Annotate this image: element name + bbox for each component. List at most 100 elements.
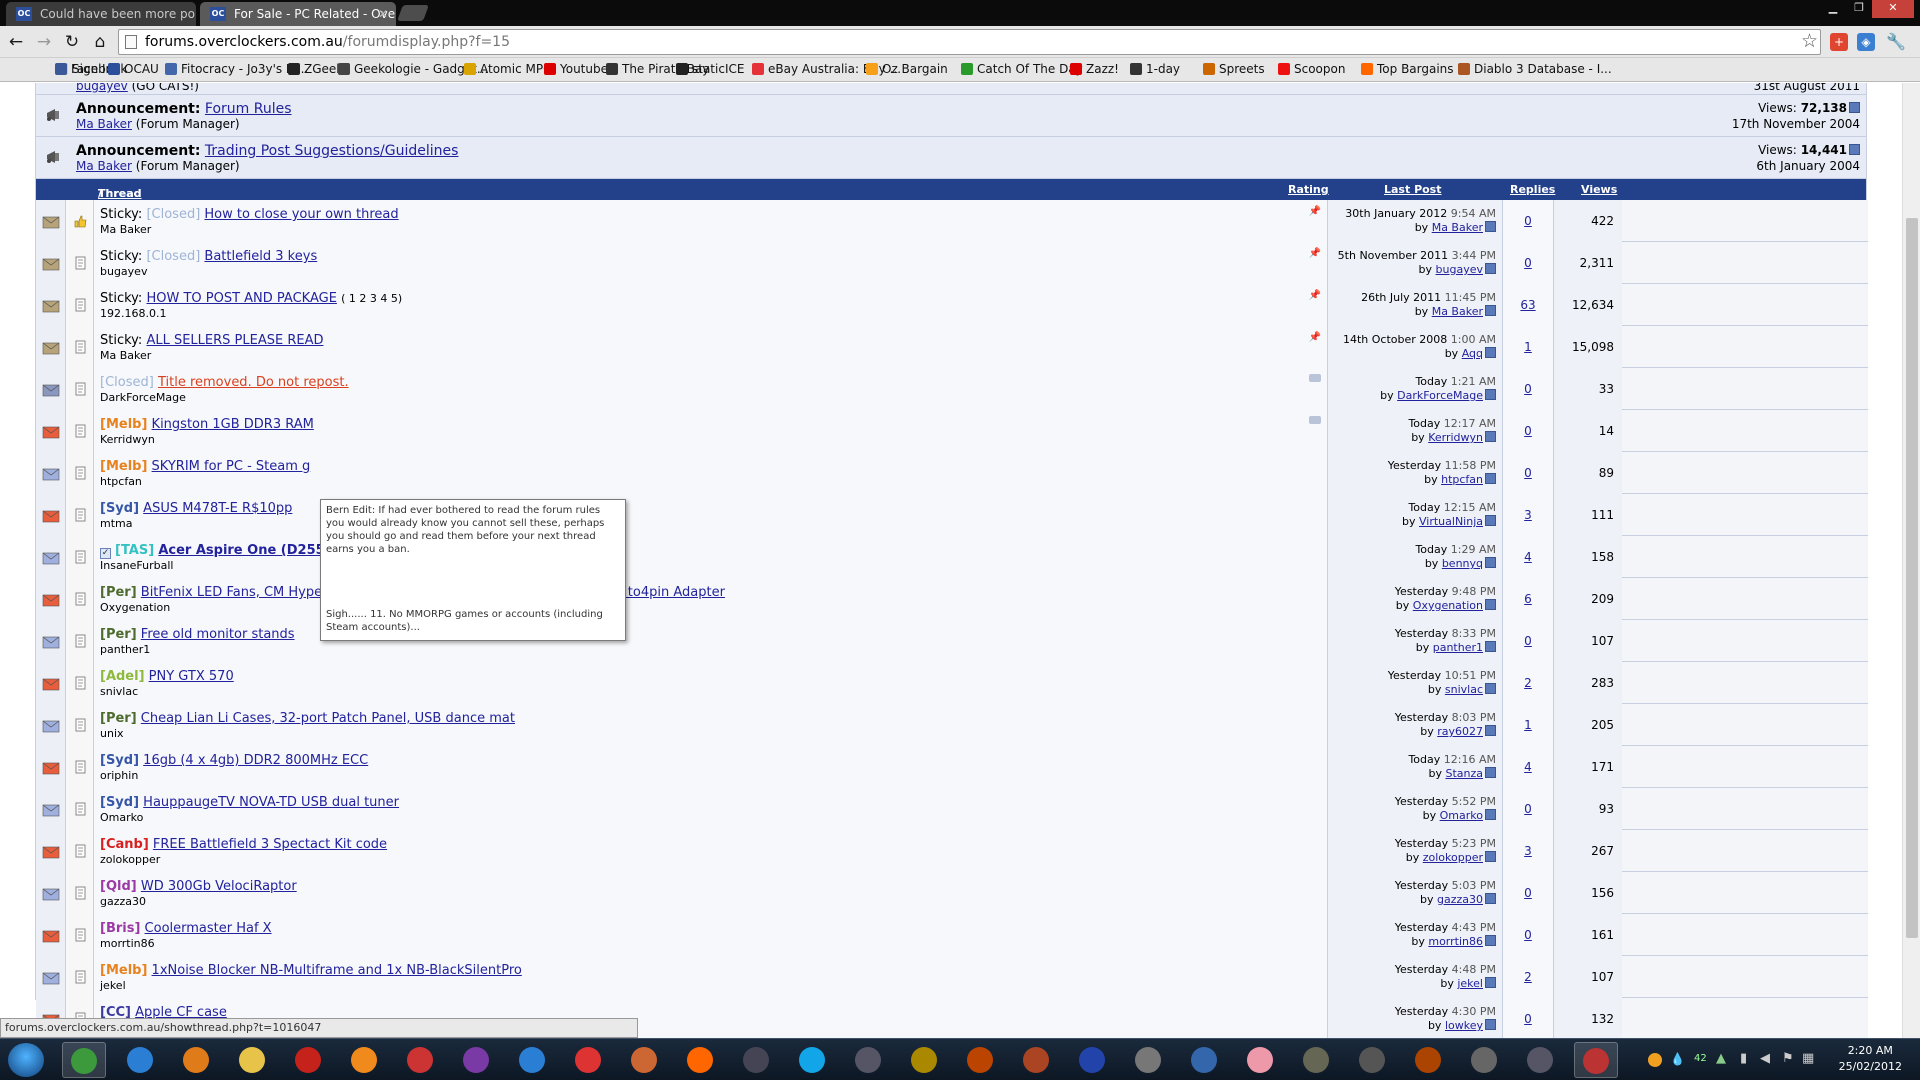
goto-last-post-icon[interactable]: [1485, 347, 1496, 358]
tray-wifi-icon[interactable]: ▲: [1716, 1051, 1726, 1066]
last-poster-link[interactable]: panther1: [1433, 641, 1483, 654]
goto-last-post-icon[interactable]: [1485, 515, 1496, 526]
tray-drop-icon[interactable]: 💧: [1670, 1052, 1685, 1066]
start-button-icon[interactable]: [8, 1043, 44, 1077]
taskbar-game-art-icon[interactable]: [1294, 1042, 1338, 1078]
replies-count-link[interactable]: 0: [1503, 634, 1553, 648]
last-poster-link[interactable]: jekel: [1457, 977, 1483, 990]
goto-last-post-icon[interactable]: [1485, 305, 1496, 316]
thread-title-link[interactable]: How to close your own thread: [204, 207, 398, 222]
thread-starter[interactable]: jekel: [100, 979, 126, 992]
taskbar-flashget-icon[interactable]: [566, 1042, 610, 1078]
goto-last-post-icon[interactable]: [1485, 389, 1496, 400]
announcement-poster-link[interactable]: Ma Baker: [76, 159, 132, 173]
thread-title-link[interactable]: Battlefield 3 keys: [204, 249, 317, 264]
thread-starter[interactable]: 192.168.0.1: [100, 307, 166, 320]
taskbar-cpuz-icon[interactable]: [454, 1042, 498, 1078]
vertical-scrollbar[interactable]: [1902, 83, 1920, 1038]
bookmark-fitocracy[interactable]: Fitocracy - Jo3y's Pr...: [165, 62, 308, 76]
goto-last-post-icon[interactable]: [1485, 599, 1496, 610]
bookmark-catch-of-the-day[interactable]: Catch Of The Day: [961, 62, 1083, 76]
announcement-poster-link[interactable]: Ma Baker: [76, 117, 132, 131]
clock[interactable]: 2:20 AM 25/02/2012: [1839, 1043, 1902, 1075]
tray-network-icon[interactable]: ▦: [1802, 1051, 1814, 1066]
goto-last-post-icon[interactable]: [1849, 102, 1860, 113]
taskbar-starcraft-icon[interactable]: [846, 1042, 890, 1078]
tray-volume-icon[interactable]: ◀: [1760, 1051, 1770, 1066]
last-poster-link[interactable]: Aqq: [1462, 347, 1483, 360]
minimize-icon[interactable]: ▁: [1820, 0, 1846, 18]
last-poster-link[interactable]: lowkey: [1445, 1019, 1483, 1032]
taskbar-diablo-icon[interactable]: [1406, 1042, 1450, 1078]
thread-title-link[interactable]: HOW TO POST AND PACKAGE: [146, 291, 336, 306]
last-poster-link[interactable]: VirtualNinja: [1419, 515, 1483, 528]
replies-count-link[interactable]: 0: [1503, 424, 1553, 438]
taskbar-monitor-icon[interactable]: [1518, 1042, 1562, 1078]
thread-title-link[interactable]: Title removed. Do not repost.: [158, 375, 349, 390]
thread-title-link[interactable]: WD 300Gb VelociRaptor: [141, 879, 297, 894]
taskbar-acrobat-icon[interactable]: [286, 1042, 330, 1078]
last-poster-link[interactable]: DarkForceMage: [1397, 389, 1483, 402]
thread-starter[interactable]: panther1: [100, 643, 150, 656]
thread-starter[interactable]: Ma Baker: [100, 349, 151, 362]
taskbar-vlc-icon[interactable]: [678, 1042, 722, 1078]
taskbar-steam-icon[interactable]: [734, 1042, 778, 1078]
replies-count-link[interactable]: 3: [1503, 508, 1553, 522]
bookmark-zgeek[interactable]: ZGeek: [288, 62, 343, 76]
home-icon[interactable]: ⌂: [88, 31, 112, 53]
announcement-title-link[interactable]: Forum Rules: [205, 101, 292, 117]
thread-title-link[interactable]: 1xNoise Blocker NB-Multiframe and 1x NB-…: [152, 963, 522, 978]
bookmark-star-icon[interactable]: ☆: [1801, 30, 1818, 52]
replies-count-link[interactable]: 0: [1503, 886, 1553, 900]
thread-title-link[interactable]: PNY GTX 570: [149, 669, 234, 684]
reload-icon[interactable]: ↻: [60, 31, 84, 53]
thread-starter[interactable]: oriphin: [100, 769, 138, 782]
tray-app-icon[interactable]: [1648, 1053, 1662, 1067]
thread-title-link[interactable]: Cheap Lian Li Cases, 32-port Patch Panel…: [141, 711, 515, 726]
bookmark-youtube[interactable]: Youtube: [544, 62, 608, 76]
taskbar-league-icon[interactable]: [1014, 1042, 1058, 1078]
thread-starter[interactable]: Omarko: [100, 811, 143, 824]
replies-count-link[interactable]: 2: [1503, 676, 1553, 690]
thread-title-link[interactable]: ALL SELLERS PLEASE READ: [146, 333, 323, 348]
taskbar-chrome-icon[interactable]: [62, 1042, 106, 1078]
last-poster-link[interactable]: Ma Baker: [1432, 221, 1483, 234]
last-poster-link[interactable]: bennyq: [1442, 557, 1483, 570]
bookmark-atomic-mpc[interactable]: Atomic MPC: [464, 62, 551, 76]
thread-starter[interactable]: gazza30: [100, 895, 146, 908]
extension-icon[interactable]: ◈: [1857, 33, 1875, 51]
taskbar-skype-icon[interactable]: [790, 1042, 834, 1078]
bookmark-ocau[interactable]: OCAU: [108, 62, 159, 76]
thread-title-link[interactable]: FREE Battlefield 3 Spectact Kit code: [153, 837, 387, 852]
taskbar-game-star-icon[interactable]: [1182, 1042, 1226, 1078]
bookmark-spreets[interactable]: Spreets: [1203, 62, 1265, 76]
new-tab-button[interactable]: [397, 5, 429, 21]
sort-rating-link[interactable]: Rating: [1288, 183, 1329, 196]
addon-plus-icon[interactable]: +: [1830, 33, 1848, 51]
replies-count-link[interactable]: 4: [1503, 760, 1553, 774]
goto-last-post-icon[interactable]: [1485, 473, 1496, 484]
goto-last-post-icon[interactable]: [1485, 683, 1496, 694]
thread-starter[interactable]: InsaneFurball: [100, 559, 173, 572]
sort-views-link[interactable]: Views: [1581, 183, 1617, 196]
thread-title-link[interactable]: Free old monitor stands: [141, 627, 295, 642]
replies-count-link[interactable]: 2: [1503, 970, 1553, 984]
partial-user-link[interactable]: bugayev: [76, 83, 128, 93]
replies-count-link[interactable]: 0: [1503, 1012, 1553, 1026]
taskbar-firefox-icon[interactable]: [342, 1042, 386, 1078]
replies-count-link[interactable]: 0: [1503, 466, 1553, 480]
last-poster-link[interactable]: ray6027: [1437, 725, 1483, 738]
goto-last-post-icon[interactable]: [1485, 641, 1496, 652]
thread-title-link[interactable]: 16gb (4 x 4gb) DDR2 800MHz ECC: [143, 753, 368, 768]
replies-count-link[interactable]: 1: [1503, 718, 1553, 732]
last-poster-link[interactable]: morrtin86: [1428, 935, 1483, 948]
last-poster-link[interactable]: zolokopper: [1423, 851, 1483, 864]
thread-starter[interactable]: htpcfan: [100, 475, 142, 488]
replies-count-link[interactable]: 0: [1503, 928, 1553, 942]
goto-last-post-icon[interactable]: [1485, 221, 1496, 232]
thread-starter[interactable]: snivlac: [100, 685, 138, 698]
taskbar-settings-icon[interactable]: [1462, 1042, 1506, 1078]
last-poster-link[interactable]: gazza30: [1437, 893, 1483, 906]
taskbar-character-icon[interactable]: [1350, 1042, 1394, 1078]
tray-flag-icon[interactable]: ⚑: [1782, 1051, 1794, 1066]
